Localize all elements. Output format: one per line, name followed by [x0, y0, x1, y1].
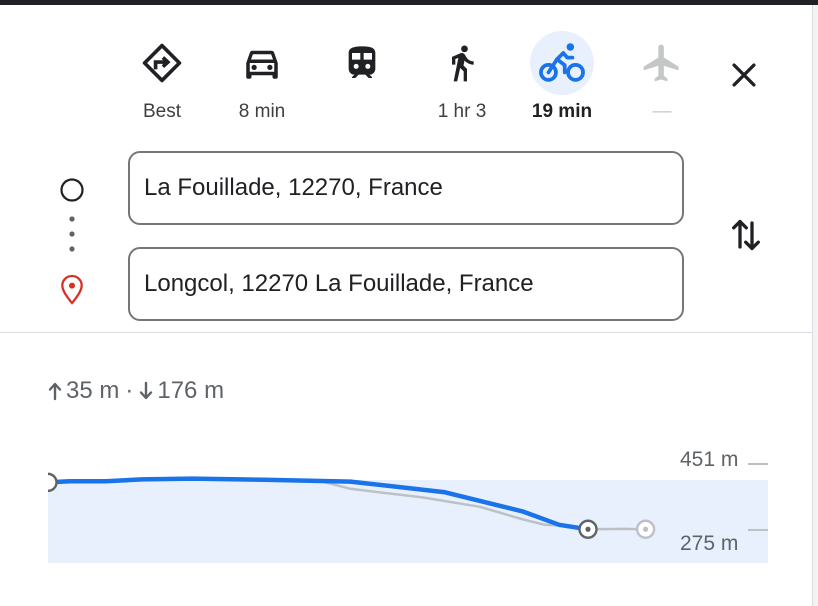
- travel-mode-walking[interactable]: 1 hr 3: [422, 31, 502, 131]
- swap-arrows-icon: [732, 219, 760, 251]
- walking-icon: [430, 31, 494, 95]
- route-dot-icon: [69, 216, 75, 222]
- elevation-chart-svg: [38, 463, 768, 563]
- directions-panel: Best 8 min 1 hr 3 19 min — La Fouillade,…: [0, 5, 813, 606]
- airplane-icon: [630, 31, 694, 95]
- elevation-ascent: 35 m: [66, 377, 120, 404]
- y-tick-label-min: 275 m: [680, 532, 739, 555]
- destination-field[interactable]: [128, 247, 684, 321]
- destination-input[interactable]: [144, 270, 682, 298]
- travel-mode-flights[interactable]: —: [622, 31, 702, 131]
- elevation-marker: [38, 472, 58, 493]
- route-markers: [48, 173, 96, 323]
- travel-mode-label: 8 min: [238, 101, 286, 122]
- train-icon: [330, 31, 394, 95]
- elevation-chart-area: [48, 480, 768, 563]
- travel-mode-label: 1 hr 3: [437, 101, 487, 122]
- travel-mode-label: —: [652, 101, 672, 122]
- section-divider: [0, 332, 812, 333]
- car-icon: [230, 31, 294, 95]
- arrow-down-icon: [140, 381, 153, 400]
- route-dot-icon: [69, 246, 75, 252]
- close-icon: [732, 63, 756, 87]
- travel-mode-best[interactable]: Best: [122, 31, 202, 131]
- elevation-marker-center: [585, 526, 591, 532]
- travel-mode-label: 19 min: [531, 101, 593, 122]
- y-tick-label-max: 451 m: [680, 448, 739, 471]
- bicycle-icon: [530, 31, 594, 95]
- travel-mode-bar: Best 8 min 1 hr 3 19 min —: [0, 5, 812, 135]
- elevation-summary: 35 m · 176 m: [48, 377, 224, 405]
- destination-pin-icon: [61, 274, 83, 305]
- route-dot-icon: [69, 231, 75, 237]
- travel-mode-label: Best: [142, 101, 182, 122]
- travel-mode-cycling[interactable]: 19 min: [522, 31, 602, 131]
- diamond-turn-right-icon: [130, 31, 194, 95]
- elevation-separator: ·: [125, 377, 134, 404]
- arrow-up-icon: [48, 382, 62, 401]
- close-directions-button[interactable]: [718, 49, 770, 101]
- origin-circle-icon: [60, 178, 84, 202]
- travel-mode-transit[interactable]: [322, 31, 402, 131]
- elevation-descent: 176 m: [157, 377, 225, 404]
- elevation-marker-center: [643, 526, 649, 532]
- swap-origin-destination-button[interactable]: [722, 211, 770, 259]
- origin-field[interactable]: [128, 151, 684, 225]
- origin-input[interactable]: [144, 174, 682, 202]
- travel-mode-driving[interactable]: 8 min: [222, 31, 302, 131]
- elevation-chart: 451 m 275 m: [38, 433, 768, 563]
